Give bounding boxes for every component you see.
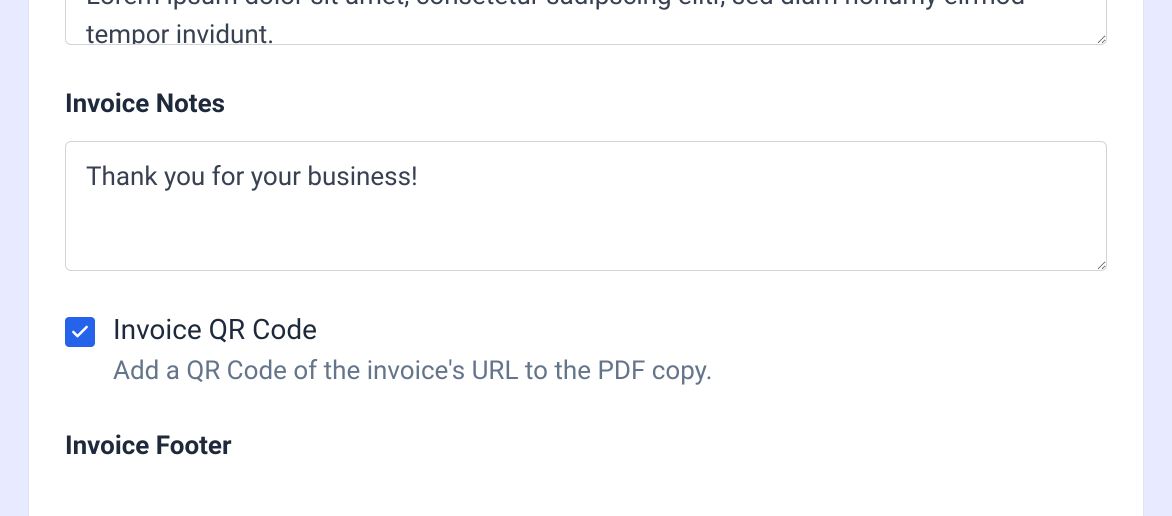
qr-code-checkbox[interactable]: [65, 317, 95, 347]
qr-code-checkbox-row: Invoice QR Code Add a QR Code of the inv…: [65, 313, 1107, 386]
qr-code-content: Invoice QR Code Add a QR Code of the inv…: [113, 313, 712, 386]
checkmark-icon: [70, 322, 90, 342]
qr-code-description: Add a QR Code of the invoice's URL to th…: [113, 356, 712, 386]
form-container: Invoice Notes Invoice QR Code Add a QR C…: [28, 0, 1144, 516]
invoice-footer-label: Invoice Footer: [65, 431, 1107, 461]
qr-code-label[interactable]: Invoice QR Code: [113, 313, 712, 346]
invoice-notes-textarea[interactable]: [65, 141, 1107, 271]
description-textarea[interactable]: [65, 0, 1107, 45]
invoice-notes-label: Invoice Notes: [65, 89, 1107, 119]
